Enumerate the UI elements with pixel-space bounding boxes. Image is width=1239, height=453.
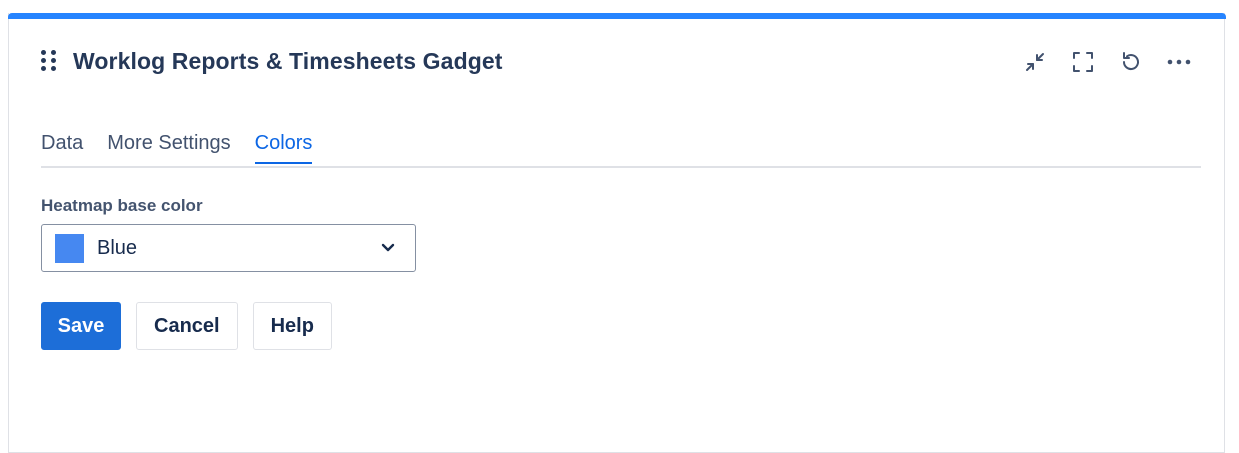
settings-tabs: Data More Settings Colors [41,128,1201,168]
fullscreen-icon [1073,52,1093,72]
heatmap-base-color-select[interactable]: Blue [41,224,416,272]
heatmap-base-color-value: Blue [97,236,138,259]
form-actions: Save Cancel Help [41,302,332,350]
tab-colors[interactable]: Colors [254,128,312,164]
refresh-icon [1122,52,1139,71]
gadget-header: Worklog Reports & Timesheets Gadget [41,44,503,78]
heatmap-base-color-label: Heatmap base color [41,196,203,215]
tab-more-settings[interactable]: More Settings [107,128,230,162]
tab-data[interactable]: Data [41,128,83,162]
gadget-accent-bar [8,13,1226,19]
color-swatch [55,233,84,263]
save-button[interactable]: Save [41,302,121,350]
cancel-button[interactable]: Cancel [136,302,238,350]
collapse-button[interactable] [1019,46,1051,78]
more-icon [1167,59,1191,65]
fullscreen-button[interactable] [1067,46,1099,78]
drag-handle-icon[interactable] [41,50,59,72]
more-actions-button[interactable] [1163,46,1195,78]
chevron-down-icon [379,239,397,257]
refresh-button[interactable] [1115,46,1147,78]
collapse-icon [1026,53,1044,71]
help-button[interactable]: Help [252,302,332,350]
gadget-header-actions [1019,46,1195,78]
gadget-title: Worklog Reports & Timesheets Gadget [73,47,503,74]
